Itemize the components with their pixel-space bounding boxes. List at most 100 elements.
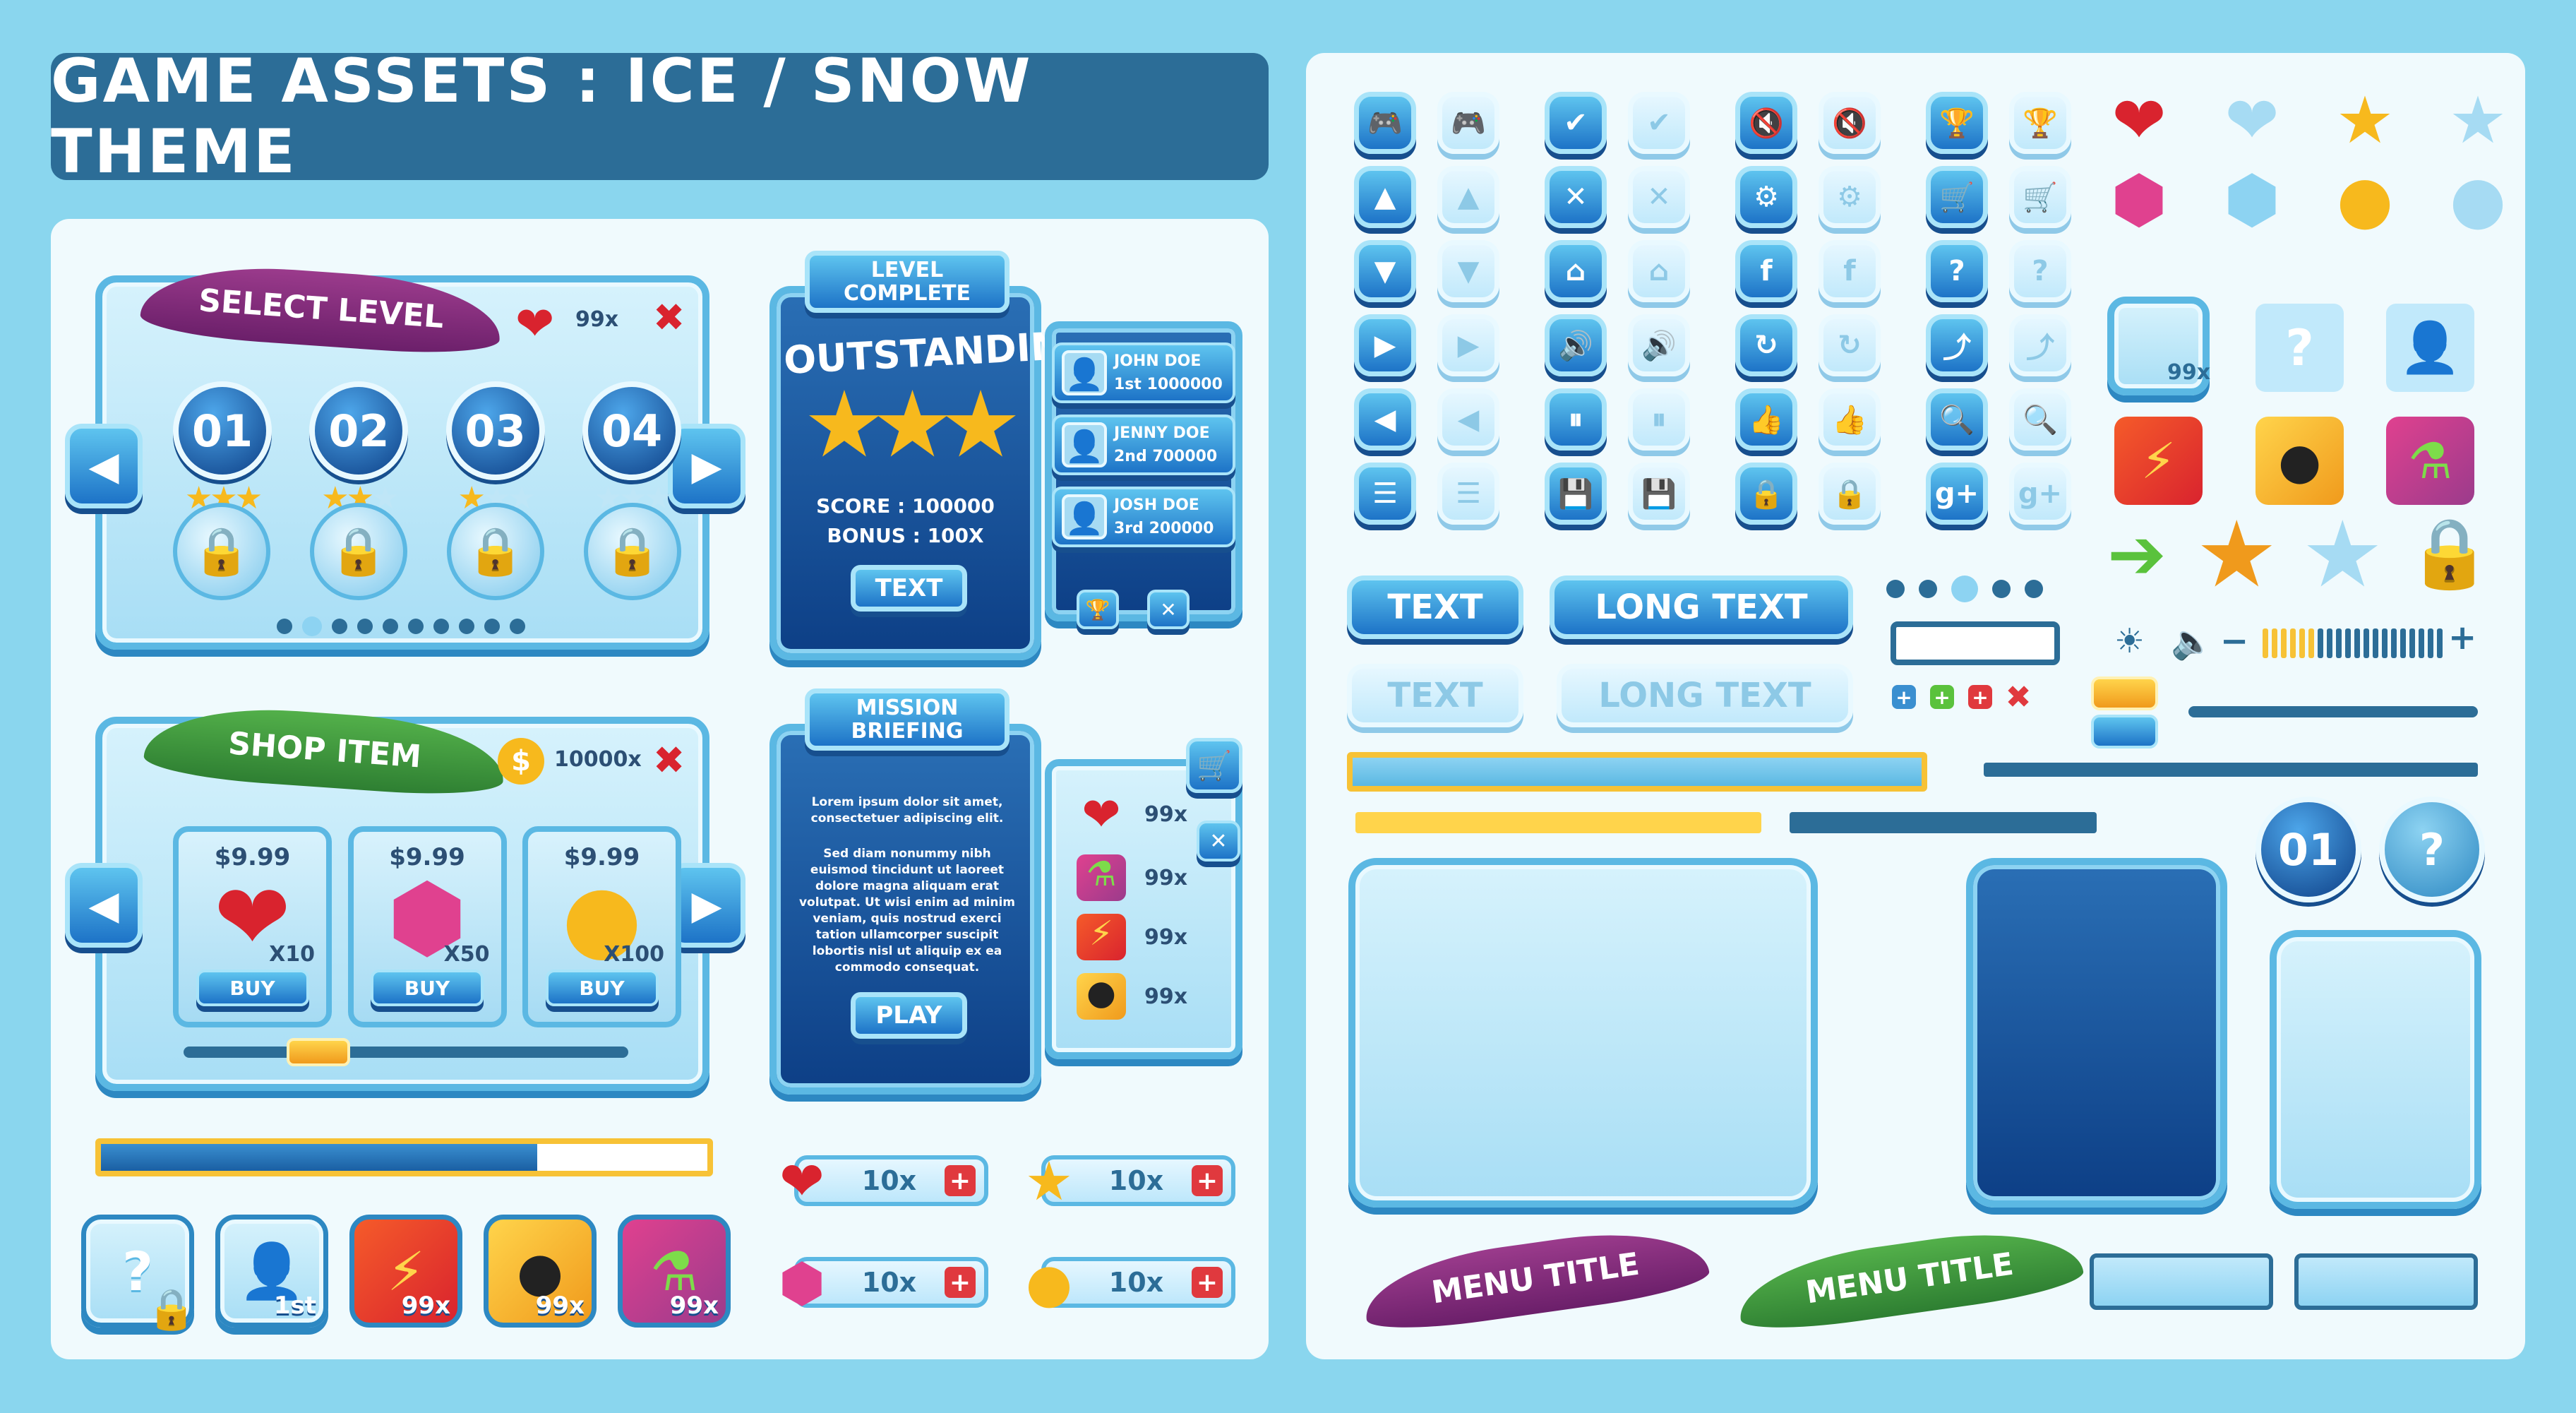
- menu-button-disabled[interactable]: ☰: [1437, 463, 1499, 525]
- page-dot[interactable]: [459, 619, 474, 634]
- plus-green-button[interactable]: +: [1930, 685, 1954, 709]
- check-button-disabled[interactable]: ✔: [1628, 92, 1690, 154]
- cart-button[interactable]: 🛒: [1186, 738, 1242, 793]
- save-button[interactable]: 💾: [1545, 463, 1607, 525]
- plus-red-button[interactable]: +: [1968, 685, 1992, 709]
- pause-button-disabled[interactable]: ⏸: [1628, 388, 1690, 451]
- text-input[interactable]: [1891, 621, 2060, 665]
- volume-segment[interactable]: [2437, 628, 2443, 658]
- volume-segment[interactable]: [2308, 628, 2314, 658]
- volume-segment[interactable]: [2391, 628, 2397, 658]
- volume-segment[interactable]: [2345, 628, 2351, 658]
- settings-button[interactable]: ⚙: [1735, 166, 1797, 228]
- volume-segment[interactable]: [2272, 628, 2277, 658]
- close-icon[interactable]: ✖: [2006, 679, 2032, 715]
- down-button-disabled[interactable]: ▼: [1437, 240, 1499, 302]
- sound-button-disabled[interactable]: 🔊: [1628, 314, 1690, 376]
- page-dot[interactable]: [1886, 580, 1905, 598]
- plus-icon[interactable]: +: [2448, 618, 2476, 657]
- volume-segment[interactable]: [2263, 628, 2268, 658]
- volume-segment[interactable]: [2382, 628, 2388, 658]
- volume-segment[interactable]: [2428, 628, 2433, 658]
- level-slot[interactable]: 02 ★★★: [309, 381, 409, 516]
- share-button-disabled[interactable]: ⤴: [2009, 314, 2071, 376]
- volume-segment[interactable]: [2364, 628, 2369, 658]
- item-slot[interactable]: ⚡ 99x: [349, 1215, 462, 1328]
- add-button[interactable]: +: [945, 1165, 976, 1196]
- long-text-button-disabled[interactable]: LONG TEXT: [1557, 664, 1853, 727]
- mute-button[interactable]: 🔇: [1735, 92, 1797, 154]
- volume-segment[interactable]: [2419, 628, 2424, 658]
- shop-card[interactable]: $9.99 ● X100 BUY: [522, 826, 681, 1027]
- toggle-on[interactable]: [2091, 676, 2158, 710]
- settings-button-disabled[interactable]: ⚙: [1819, 166, 1881, 228]
- sound-button[interactable]: 🔊: [1545, 314, 1607, 376]
- close-button[interactable]: ✕: [1545, 166, 1607, 228]
- buy-button[interactable]: BUY: [196, 970, 309, 1006]
- lock-icon[interactable]: 🔒: [173, 503, 270, 600]
- lock-button-disabled[interactable]: 🔒: [1819, 463, 1881, 525]
- help-button-disabled[interactable]: ?: [2009, 240, 2071, 302]
- pause-button[interactable]: ⏸: [1545, 388, 1607, 451]
- refresh-button[interactable]: ↻: [1735, 314, 1797, 376]
- volume-segment[interactable]: [2400, 628, 2406, 658]
- down-button[interactable]: ▼: [1354, 240, 1416, 302]
- home-button-disabled[interactable]: ⌂: [1628, 240, 1690, 302]
- up-button[interactable]: ▲: [1354, 166, 1416, 228]
- page-dot[interactable]: [510, 619, 525, 634]
- level-slot[interactable]: 01 ★★★: [173, 381, 272, 516]
- item-slot[interactable]: ⚗ 99x: [618, 1215, 731, 1328]
- volume-segment[interactable]: [2290, 628, 2296, 658]
- volume-segment[interactable]: [2409, 628, 2415, 658]
- slider-track[interactable]: [2188, 706, 2478, 717]
- buy-button[interactable]: BUY: [371, 970, 484, 1006]
- page-dot-active[interactable]: [1951, 576, 1978, 602]
- item-slot[interactable]: ? 🔒: [81, 1215, 196, 1332]
- close-icon[interactable]: ✖: [653, 738, 685, 782]
- item-slot[interactable]: ● 99x: [484, 1215, 597, 1328]
- minus-icon[interactable]: −: [2220, 621, 2248, 661]
- text-button[interactable]: TEXT: [1347, 576, 1523, 639]
- lock-icon[interactable]: 🔒: [584, 503, 681, 600]
- page-dot[interactable]: [433, 619, 449, 634]
- lock-button[interactable]: 🔒: [1735, 463, 1797, 525]
- facebook-button[interactable]: f: [1735, 240, 1797, 302]
- trophy-button[interactable]: 🏆: [1926, 92, 1988, 154]
- refresh-button-disabled[interactable]: ↻: [1819, 314, 1881, 376]
- volume-segment[interactable]: [2354, 628, 2360, 658]
- level-button[interactable]: 04: [582, 381, 681, 480]
- like-button[interactable]: 👍: [1735, 388, 1797, 451]
- google-plus-button-disabled[interactable]: g+: [2009, 463, 2071, 525]
- prev-page-button[interactable]: ◀: [65, 424, 143, 508]
- page-dot[interactable]: [1919, 580, 1937, 598]
- item-slot[interactable]: 👤 1st: [215, 1215, 328, 1328]
- close-icon[interactable]: ✖: [653, 295, 685, 340]
- gamepad-button[interactable]: 🎮: [1354, 92, 1416, 154]
- volume-segment[interactable]: [2318, 628, 2323, 658]
- page-dot[interactable]: [408, 619, 424, 634]
- cart-button[interactable]: 🛒: [1926, 166, 1988, 228]
- page-dot[interactable]: [357, 619, 373, 634]
- gamepad-button-disabled[interactable]: 🎮: [1437, 92, 1499, 154]
- help-button[interactable]: ?: [2379, 797, 2485, 902]
- play-button-disabled[interactable]: ▶: [1437, 314, 1499, 376]
- level-button[interactable]: 01: [2256, 797, 2361, 902]
- lock-icon[interactable]: 🔒: [447, 503, 544, 600]
- help-button[interactable]: ?: [1926, 240, 1988, 302]
- save-button-disabled[interactable]: 💾: [1628, 463, 1690, 525]
- lock-icon[interactable]: 🔒: [310, 503, 407, 600]
- trophy-button[interactable]: 🏆: [1077, 590, 1119, 629]
- add-button[interactable]: +: [945, 1267, 976, 1298]
- level-slot[interactable]: 04 ★★★: [582, 381, 681, 516]
- search-button[interactable]: 🔍: [1926, 388, 1988, 451]
- page-dot[interactable]: [484, 619, 500, 634]
- page-dot[interactable]: [277, 619, 292, 634]
- long-text-button[interactable]: LONG TEXT: [1550, 576, 1853, 639]
- shop-card[interactable]: $9.99 ❤ X10 BUY: [173, 826, 332, 1027]
- scroll-thumb[interactable]: [286, 1038, 350, 1066]
- home-button[interactable]: ⌂: [1545, 240, 1607, 302]
- level-slot[interactable]: 03 ★★★: [445, 381, 545, 516]
- level-button[interactable]: 03: [445, 381, 545, 480]
- page-dot[interactable]: [2025, 580, 2043, 598]
- toggle-off[interactable]: [2091, 715, 2158, 749]
